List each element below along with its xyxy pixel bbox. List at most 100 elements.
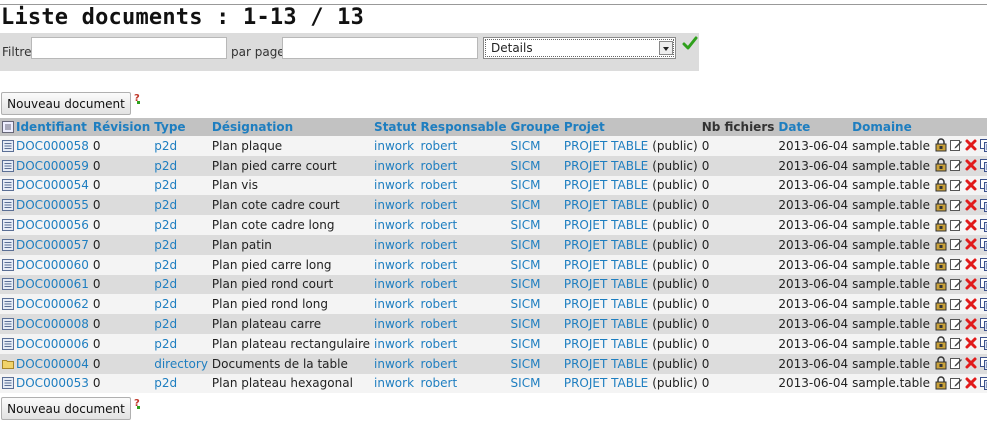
status-link[interactable]: inwork [374, 277, 414, 291]
project-link[interactable]: PROJET TABLE [564, 258, 648, 272]
col-groupe[interactable]: Groupe [508, 118, 562, 136]
status-link[interactable]: inwork [374, 218, 414, 232]
new-document-button[interactable]: Nouveau document [1, 92, 131, 115]
delete-icon[interactable] [964, 198, 978, 212]
lock-icon[interactable] [934, 158, 948, 172]
type-link[interactable]: directory [154, 357, 208, 371]
type-link[interactable]: p2d [154, 198, 177, 212]
document-id-link[interactable]: DOC000059 [16, 159, 89, 173]
document-id-link[interactable]: DOC000058 [16, 139, 89, 153]
help-icon[interactable]: ? [133, 92, 144, 105]
filter-input[interactable] [31, 37, 227, 59]
delete-icon[interactable] [964, 356, 978, 370]
type-link[interactable]: p2d [154, 277, 177, 291]
col-projet[interactable]: Projet [561, 118, 651, 136]
project-link[interactable]: PROJET TABLE [564, 277, 648, 291]
group-link[interactable]: SICM [511, 277, 541, 291]
type-link[interactable]: p2d [154, 297, 177, 311]
group-link[interactable]: SICM [511, 159, 541, 173]
lock-icon[interactable] [934, 277, 948, 291]
type-link[interactable]: p2d [154, 218, 177, 232]
copy-icon[interactable] [979, 158, 987, 173]
owner-link[interactable]: robert [421, 159, 458, 173]
type-link[interactable]: p2d [154, 159, 177, 173]
type-link[interactable]: p2d [154, 258, 177, 272]
select-all-checkbox-icon[interactable] [2, 121, 14, 133]
edit-icon[interactable] [949, 138, 963, 152]
col-date[interactable]: Date [776, 118, 851, 136]
delete-icon[interactable] [964, 158, 978, 172]
document-id-link[interactable]: DOC000053 [16, 376, 89, 390]
lock-icon[interactable] [934, 217, 948, 232]
copy-icon[interactable] [979, 277, 987, 291]
col-type[interactable]: Type [152, 118, 210, 136]
status-link[interactable]: inwork [374, 297, 414, 311]
edit-icon[interactable] [949, 158, 963, 172]
col-identifiant[interactable]: Identifiant [16, 120, 87, 134]
document-id-link[interactable]: DOC000056 [16, 218, 89, 232]
owner-link[interactable]: robert [421, 198, 458, 212]
document-id-link[interactable]: DOC000062 [16, 297, 89, 311]
project-link[interactable]: PROJET TABLE [564, 178, 648, 192]
project-link[interactable]: PROJET TABLE [564, 317, 648, 331]
type-link[interactable]: p2d [154, 317, 177, 331]
lock-icon[interactable] [934, 297, 948, 311]
edit-icon[interactable] [949, 198, 963, 212]
status-link[interactable]: inwork [374, 337, 414, 351]
copy-icon[interactable] [979, 218, 987, 232]
status-link[interactable]: inwork [374, 198, 414, 212]
owner-link[interactable]: robert [421, 218, 458, 232]
delete-icon[interactable] [964, 237, 978, 251]
owner-link[interactable]: robert [421, 337, 458, 351]
type-link[interactable]: p2d [154, 238, 177, 252]
copy-icon[interactable] [979, 336, 987, 351]
copy-icon[interactable] [979, 138, 987, 153]
delete-icon[interactable] [964, 138, 978, 152]
per-page-input[interactable] [282, 37, 478, 59]
lock-icon[interactable] [934, 138, 948, 152]
lock-icon[interactable] [934, 198, 948, 212]
copy-icon[interactable] [979, 356, 987, 371]
owner-link[interactable]: robert [421, 178, 458, 192]
delete-icon[interactable] [964, 178, 978, 192]
status-link[interactable]: inwork [374, 139, 414, 153]
status-link[interactable]: inwork [374, 357, 414, 371]
group-link[interactable]: SICM [511, 238, 541, 252]
group-link[interactable]: SICM [511, 258, 541, 272]
project-link[interactable]: PROJET TABLE [564, 159, 648, 173]
delete-icon[interactable] [964, 336, 978, 350]
edit-icon[interactable] [949, 237, 963, 251]
delete-icon[interactable] [964, 297, 978, 311]
project-link[interactable]: PROJET TABLE [564, 337, 648, 351]
owner-link[interactable]: robert [421, 139, 458, 153]
lock-icon[interactable] [934, 376, 948, 390]
owner-link[interactable]: robert [421, 258, 458, 272]
help-icon[interactable]: ? [133, 397, 144, 410]
owner-link[interactable]: robert [421, 376, 458, 390]
copy-icon[interactable] [979, 376, 987, 390]
delete-icon[interactable] [964, 277, 978, 291]
edit-icon[interactable] [949, 376, 963, 390]
project-link[interactable]: PROJET TABLE [564, 198, 648, 212]
owner-link[interactable]: robert [421, 297, 458, 311]
group-link[interactable]: SICM [511, 357, 541, 371]
edit-icon[interactable] [949, 257, 963, 271]
document-id-link[interactable]: DOC000008 [16, 317, 89, 331]
project-link[interactable]: PROJET TABLE [564, 357, 648, 371]
copy-icon[interactable] [979, 317, 987, 331]
document-id-link[interactable]: DOC000057 [16, 238, 89, 252]
view-select[interactable]: Details [483, 37, 676, 59]
project-link[interactable]: PROJET TABLE [564, 139, 648, 153]
delete-icon[interactable] [964, 257, 978, 271]
lock-icon[interactable] [934, 316, 948, 331]
status-link[interactable]: inwork [374, 159, 414, 173]
new-document-button-bottom[interactable]: Nouveau document [1, 397, 131, 420]
copy-icon[interactable] [979, 237, 987, 252]
lock-icon[interactable] [934, 237, 948, 251]
owner-link[interactable]: robert [421, 277, 458, 291]
status-link[interactable]: inwork [374, 178, 414, 192]
status-link[interactable]: inwork [374, 317, 414, 331]
document-id-link[interactable]: DOC000004 [16, 357, 89, 371]
copy-icon[interactable] [979, 198, 987, 212]
copy-icon[interactable] [979, 257, 987, 272]
